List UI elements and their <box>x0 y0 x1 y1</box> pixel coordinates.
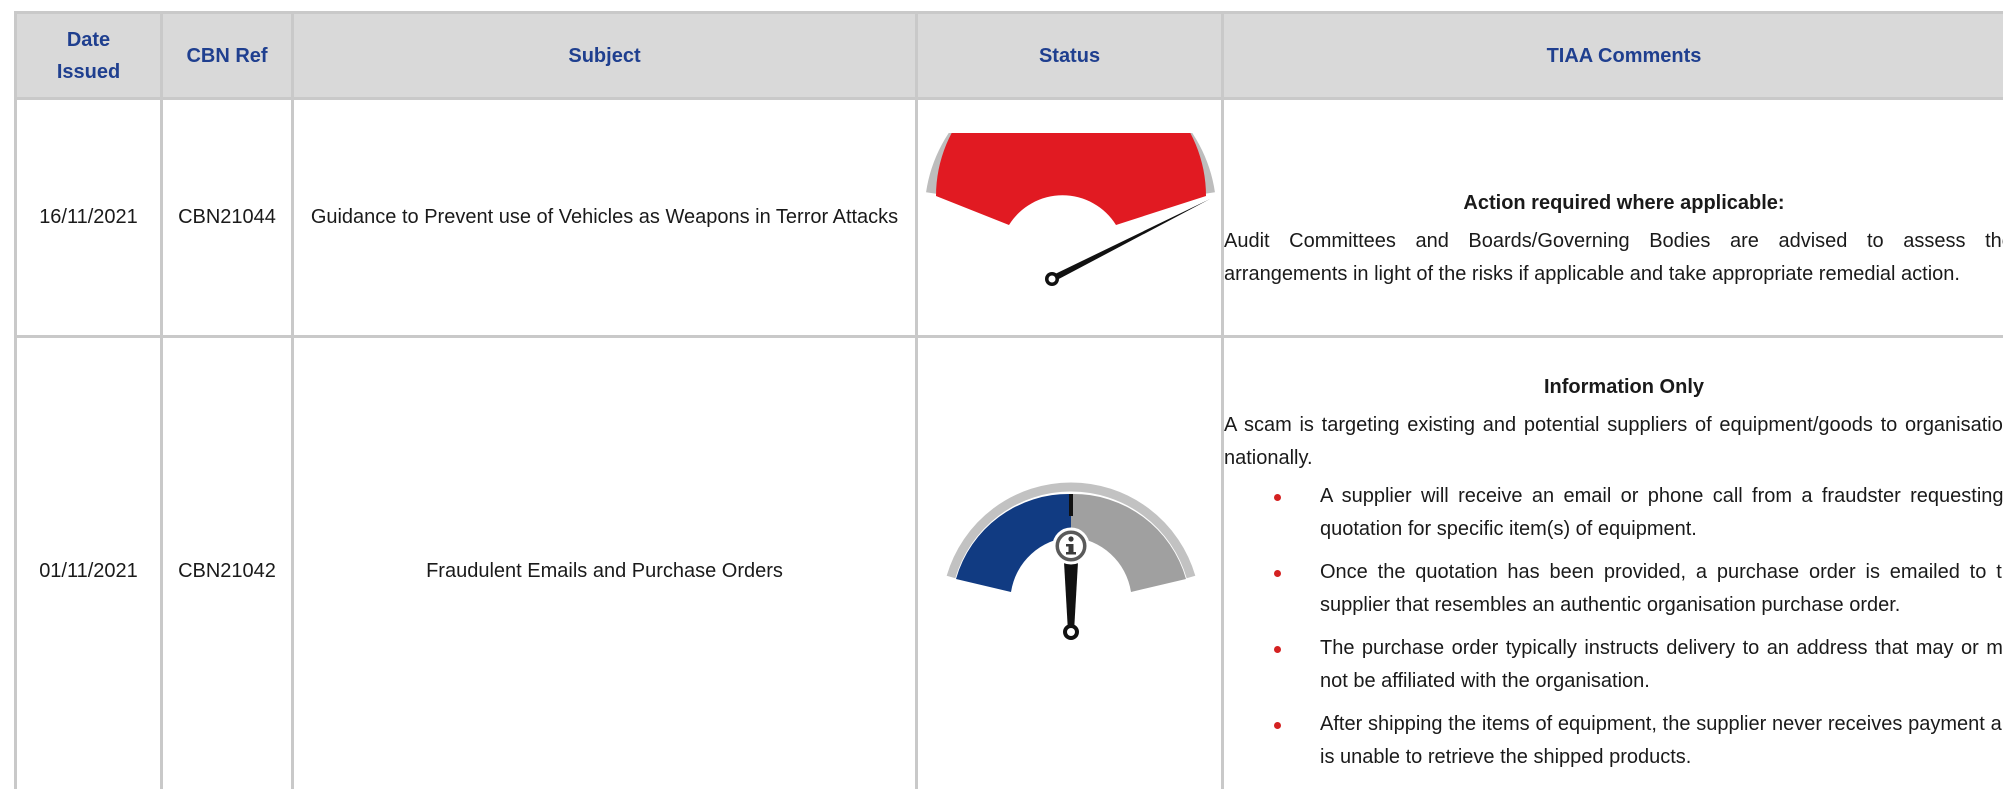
bullet-icon <box>1274 645 1281 653</box>
bullet-icon <box>1274 721 1281 729</box>
comments-cell: Action required where applicable: Audit … <box>1221 97 2003 338</box>
header-subject: Subject <box>291 11 918 100</box>
cbn-table: Date Issued CBN Ref Subject Status TIAA … <box>14 11 2003 789</box>
table-row: 01/11/2021 CBN21042 Fraudulent Emails an… <box>14 335 2003 789</box>
comment-heading: Information Only <box>1544 375 1704 398</box>
list-item: A supplier will receive an email or phon… <box>1274 480 2003 546</box>
comment-heading: Action required where applicable: <box>1463 192 1785 214</box>
comment-text: Audit Committees and Boards/Governing Bo… <box>1224 230 2003 285</box>
table-row: 16/11/2021 CBN21044 Guidance to Prevent … <box>14 97 2003 338</box>
header-status: Status <box>915 11 1224 100</box>
table-header-row: Date Issued CBN Ref Subject Status TIAA … <box>14 11 2003 100</box>
subject-cell: Fraudulent Emails and Purchase Orders <box>291 335 918 789</box>
header-date-issued: Date Issued <box>14 11 163 100</box>
date-cell: 16/11/2021 <box>14 97 163 338</box>
comment-text: A scam is targeting existing and potenti… <box>1224 413 2003 469</box>
status-cell <box>915 97 1224 338</box>
list-item-text: The purchase order typically instructs d… <box>1320 636 2003 692</box>
gauge-red-band <box>936 132 1206 225</box>
date-cell: 01/11/2021 <box>14 335 163 789</box>
gauge-needle <box>1064 561 1078 632</box>
comments-cell: Information Only A scam is targeting exi… <box>1221 335 2003 789</box>
header-cbn-ref: CBN Ref <box>160 11 294 100</box>
bullet-icon <box>1274 493 1281 501</box>
list-item: Once the quotation has been provided, a … <box>1274 556 2003 622</box>
status-cell <box>915 335 1224 789</box>
list-item: The purchase order typically instructs d… <box>1274 632 2003 698</box>
list-item-text: A supplier will receive an email or phon… <box>1320 484 2003 540</box>
page: Date Issued CBN Ref Subject Status TIAA … <box>0 0 2003 789</box>
cbn-ref-cell: CBN21042 <box>160 335 294 789</box>
red-gauge-icon <box>926 132 1215 286</box>
header-tiaa-comments: TIAA Comments <box>1221 11 2003 100</box>
cbn-ref-cell: CBN21044 <box>160 97 294 338</box>
subject-cell: Guidance to Prevent use of Vehicles as W… <box>291 97 918 338</box>
list-item: After shipping the items of equipment, t… <box>1274 708 2003 774</box>
list-item-text: After shipping the items of equipment, t… <box>1320 712 2003 768</box>
info-gauge-icon <box>946 482 1196 640</box>
bullet-icon <box>1274 569 1281 577</box>
comment-bullet-list: A supplier will receive an email or phon… <box>1224 480 2003 774</box>
list-item-text: Once the quotation has been provided, a … <box>1320 560 2003 616</box>
